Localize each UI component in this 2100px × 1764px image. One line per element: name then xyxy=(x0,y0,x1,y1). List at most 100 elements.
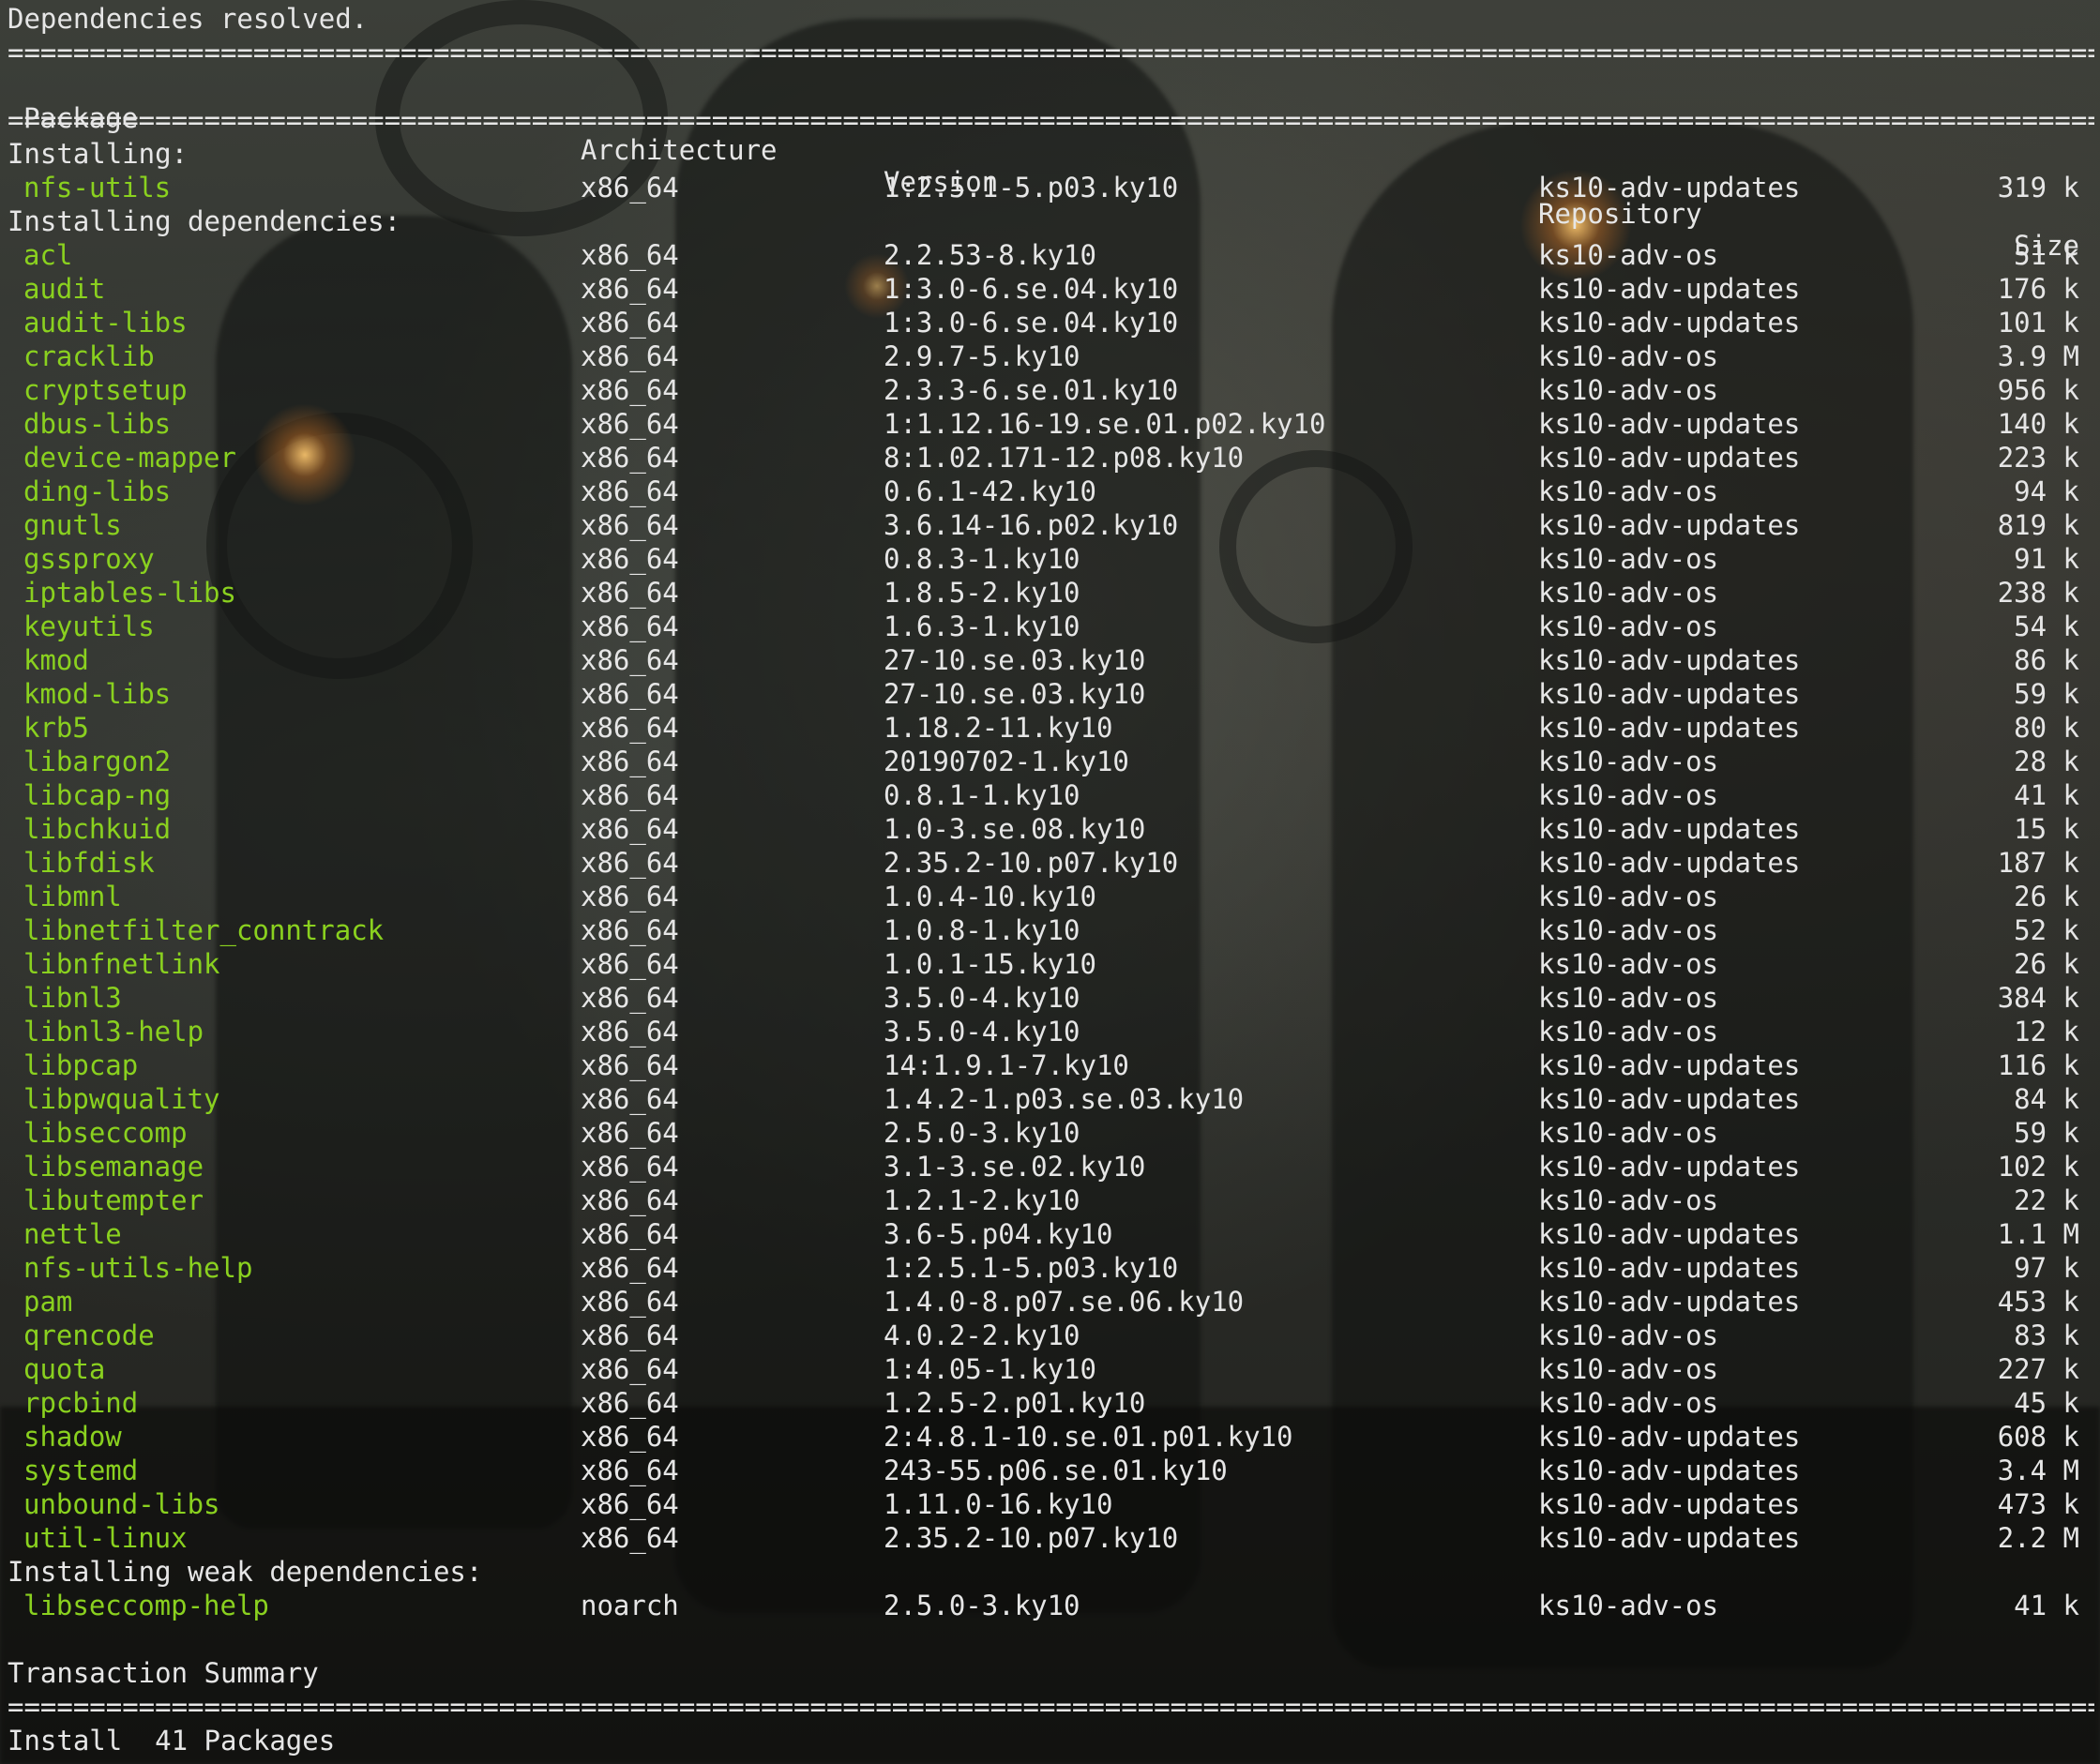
package-name-cell: gssproxy xyxy=(23,543,155,575)
size-cell: 176 k xyxy=(1997,273,2079,305)
version-cell: 2.5.0-3.ky10 xyxy=(884,1117,1080,1149)
package-name-cell: cryptsetup xyxy=(23,374,188,406)
repository-cell: ks10-adv-os xyxy=(1538,239,1719,271)
version-cell: 2:4.8.1-10.se.01.p01.ky10 xyxy=(884,1421,1293,1453)
version-cell: 1.0-3.se.08.ky10 xyxy=(884,813,1146,845)
package-name-cell: iptables-libs xyxy=(23,577,236,609)
version-cell: 1:3.0-6.se.04.ky10 xyxy=(884,273,1179,305)
package-name-cell: shadow xyxy=(23,1421,122,1453)
version-cell: 27-10.se.03.ky10 xyxy=(884,678,1146,710)
repository-cell: ks10-adv-os xyxy=(1538,611,1719,642)
version-cell: 1.4.0-8.p07.se.06.ky10 xyxy=(884,1286,1245,1318)
package-name-cell: kmod-libs xyxy=(23,678,172,710)
table-row: nfs-utils x86_64 1:2.5.1-5.p03.ky10 ks10-ad… xyxy=(0,171,2100,204)
size-cell: 473 k xyxy=(1997,1488,2079,1520)
architecture-cell: x86_64 xyxy=(581,1049,679,1081)
repository-cell: ks10-adv-os xyxy=(1538,475,1719,507)
size-cell: 608 k xyxy=(1997,1421,2079,1453)
package-name-cell: kmod xyxy=(23,644,89,676)
architecture-cell: x86_64 xyxy=(581,1117,679,1149)
package-name-cell: krb5 xyxy=(23,712,89,744)
package-name-cell: libcap-ng xyxy=(23,779,172,811)
architecture-cell: x86_64 xyxy=(581,746,679,777)
package-name-cell: libnl3 xyxy=(23,982,122,1014)
rule-summary: ========================================… xyxy=(8,1691,2094,1723)
size-cell: 41 k xyxy=(2014,779,2079,811)
architecture-cell: x86_64 xyxy=(581,881,679,912)
version-cell: 1.11.0-16.ky10 xyxy=(884,1488,1113,1520)
version-cell: 27-10.se.03.ky10 xyxy=(884,644,1146,676)
size-cell: 1.1 M xyxy=(1997,1218,2079,1250)
version-cell: 4.0.2-2.ky10 xyxy=(884,1319,1080,1351)
table-row: unbound-libs x86_64 1.11.0-16.ky10 ks10-adv… xyxy=(0,1487,2100,1521)
architecture-cell: x86_64 xyxy=(581,982,679,1014)
rule-header: ========================================… xyxy=(8,104,2094,136)
package-name-cell: libmnl xyxy=(23,881,122,912)
terminal-output[interactable]: Dependencies resolved. =================… xyxy=(0,0,2100,1764)
architecture-cell: x86_64 xyxy=(581,1488,679,1520)
repository-cell: ks10-adv-os xyxy=(1538,1016,1719,1048)
package-name-cell: libchkuid xyxy=(23,813,172,845)
repository-cell: ks10-adv-updates xyxy=(1538,172,1801,204)
section-installing: Installing: xyxy=(8,138,189,170)
version-cell: 1.4.2-1.p03.se.03.ky10 xyxy=(884,1083,1245,1115)
repository-cell: ks10-adv-os xyxy=(1538,577,1719,609)
table-row: shadow x86_64 2:4.8.1-10.se.01.p01.ky10 ks1… xyxy=(0,1420,2100,1454)
version-cell: 1.2.1-2.ky10 xyxy=(884,1184,1080,1216)
size-cell: 227 k xyxy=(1997,1353,2079,1385)
repository-cell: ks10-adv-os xyxy=(1538,340,1719,372)
package-name-cell: nfs-utils-help xyxy=(23,1252,253,1284)
package-name-cell: libnetfilter_conntrack xyxy=(23,914,385,946)
repository-cell: ks10-adv-updates xyxy=(1538,1522,1801,1554)
size-cell: 52 k xyxy=(2014,914,2079,946)
size-cell: 12 k xyxy=(2014,1016,2079,1048)
architecture-cell: x86_64 xyxy=(581,1252,679,1284)
size-cell: 59 k xyxy=(2014,678,2079,710)
size-cell: 91 k xyxy=(2014,543,2079,575)
repository-cell: ks10-adv-updates xyxy=(1538,307,1801,339)
repository-cell: ks10-adv-updates xyxy=(1538,1252,1801,1284)
architecture-cell: x86_64 xyxy=(581,644,679,676)
size-cell: 45 k xyxy=(2014,1387,2079,1419)
repository-cell: ks10-adv-os xyxy=(1538,982,1719,1014)
architecture-cell: x86_64 xyxy=(581,678,679,710)
table-row: libchkuid x86_64 1.0-3.se.08.ky10 ks10-adv-… xyxy=(0,812,2100,846)
table-row: libseccomp-help noarch 2.5.0-3.ky10 ks10-ad… xyxy=(0,1589,2100,1622)
architecture-cell: x86_64 xyxy=(581,611,679,642)
table-row: kmod-libs x86_64 27-10.se.03.ky10 ks10-adv-… xyxy=(0,677,2100,711)
architecture-cell: x86_64 xyxy=(581,1353,679,1385)
version-cell: 1.18.2-11.ky10 xyxy=(884,712,1113,744)
package-name-cell: acl xyxy=(23,239,73,271)
table-row: libnl3-help x86_64 3.5.0-4.ky10 ks10-adv-os… xyxy=(0,1015,2100,1048)
package-name-cell: nfs-utils xyxy=(23,172,172,204)
architecture-cell: x86_64 xyxy=(581,712,679,744)
repository-cell: ks10-adv-os xyxy=(1538,881,1719,912)
package-name-cell: audit xyxy=(23,273,106,305)
table-row: libnetfilter_conntrack x86_64 1.0.8-1.ky10… xyxy=(0,913,2100,947)
table-row: qrencode x86_64 4.0.2-2.ky10 ks10-adv-os 83 … xyxy=(0,1319,2100,1352)
architecture-cell: x86_64 xyxy=(581,779,679,811)
transaction-summary-title: Transaction Summary xyxy=(8,1657,319,1689)
package-name-cell: pam xyxy=(23,1286,73,1318)
size-cell: 819 k xyxy=(1997,509,2079,541)
repository-cell: ks10-adv-updates xyxy=(1538,1488,1801,1520)
version-cell: 1:2.5.1-5.p03.ky10 xyxy=(884,1252,1179,1284)
version-cell: 8:1.02.171-12.p08.ky10 xyxy=(884,442,1245,474)
package-name-cell: libsemanage xyxy=(23,1151,204,1183)
size-cell: 140 k xyxy=(1997,408,2079,440)
size-cell: 97 k xyxy=(2014,1252,2079,1284)
version-cell: 1:1.12.16-19.se.01.p02.ky10 xyxy=(884,408,1326,440)
architecture-cell: x86_64 xyxy=(581,1286,679,1318)
section-installing-dependencies: Installing dependencies: xyxy=(8,205,401,237)
repository-cell: ks10-adv-updates xyxy=(1538,644,1801,676)
version-cell: 0.8.1-1.ky10 xyxy=(884,779,1080,811)
repository-cell: ks10-adv-updates xyxy=(1538,678,1801,710)
table-row: dbus-libs x86_64 1:1.12.16-19.se.01.p02.ky… xyxy=(0,407,2100,441)
size-cell: 94 k xyxy=(2014,475,2079,507)
version-cell: 3.6-5.p04.ky10 xyxy=(884,1218,1113,1250)
table-row: krb5 x86_64 1.18.2-11.ky10 ks10-adv-updates… xyxy=(0,711,2100,745)
version-cell: 3.5.0-4.ky10 xyxy=(884,1016,1080,1048)
version-cell: 2.9.7-5.ky10 xyxy=(884,340,1080,372)
architecture-cell: x86_64 xyxy=(581,1083,679,1115)
column-header-architecture: Architecture xyxy=(581,134,778,166)
